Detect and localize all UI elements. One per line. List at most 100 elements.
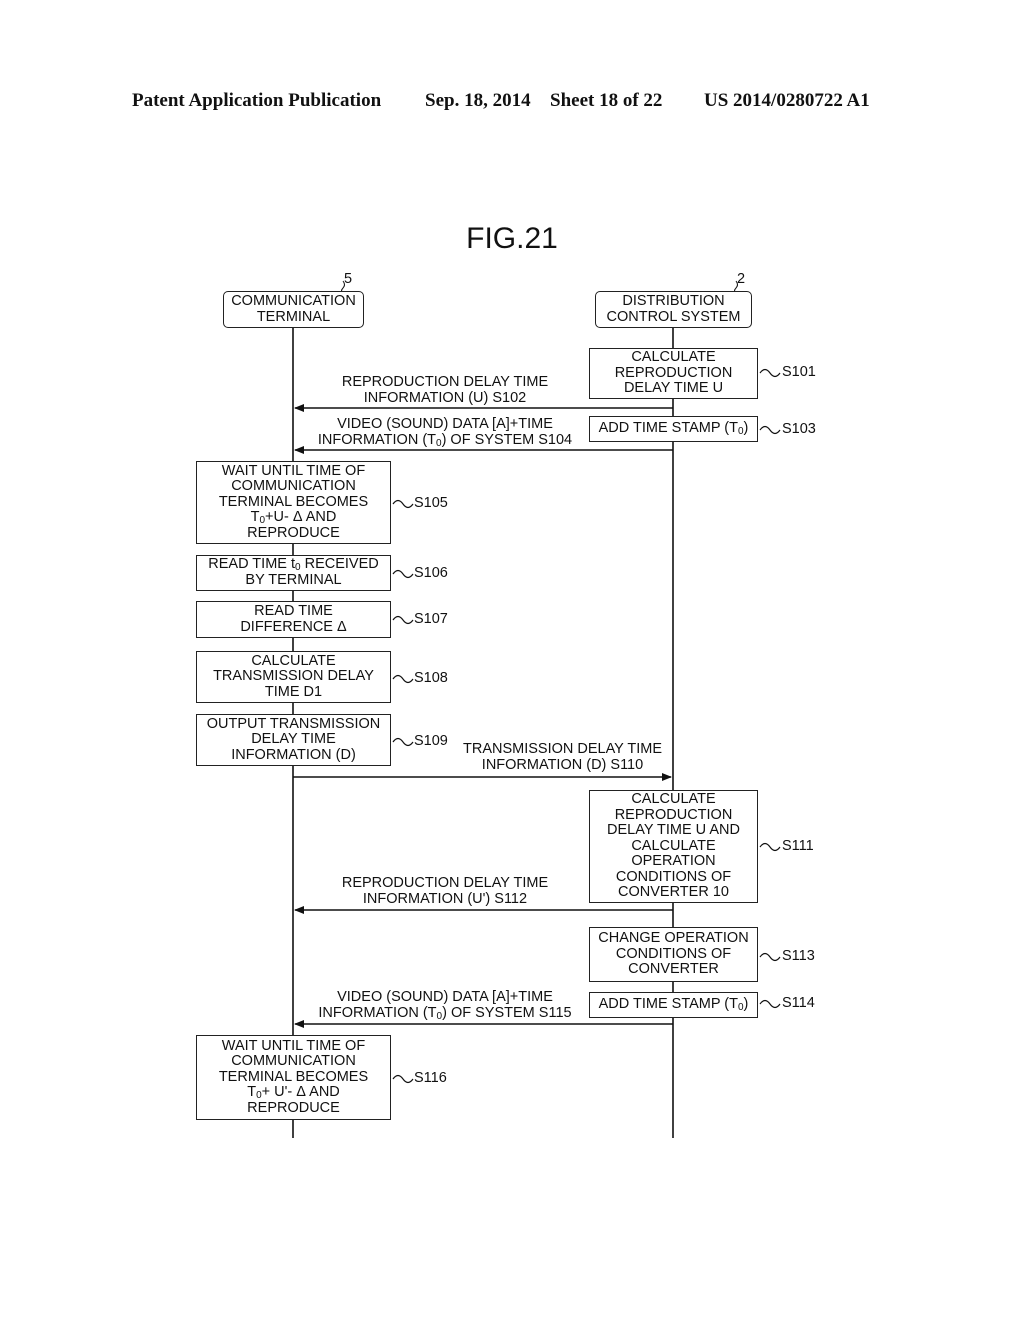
step-text-end: + U'- Δ AND	[261, 1084, 340, 1101]
message-text-end: ) OF SYSTEM S115	[442, 1004, 572, 1021]
step-text: CONDITIONS OF	[615, 945, 732, 962]
actor-distribution-control-system: DISTRIBUTION CONTROL SYSTEM	[595, 291, 752, 328]
step-text: CONVERTER 10	[618, 884, 729, 901]
message-label-s112: REPRODUCTION DELAY TIME INFORMATION (U')…	[300, 875, 590, 907]
step-text: DELAY TIME U AND	[607, 822, 740, 839]
step-text: REPRODUCTION	[614, 364, 733, 381]
message-label-s115: VIDEO (SOUND) DATA [A]+TIME INFORMATION …	[300, 989, 590, 1022]
message-text: TRANSMISSION DELAY TIME	[462, 741, 662, 757]
step-text: ADD TIME STAMP (T0)	[598, 996, 749, 1013]
step-box-s111: CALCULATE REPRODUCTION DELAY TIME U AND …	[589, 790, 758, 903]
step-text-end: )	[743, 996, 749, 1013]
tilde-s116	[392, 1074, 414, 1084]
step-text: DELAY TIME U	[623, 380, 724, 397]
message-label-s110: TRANSMISSION DELAY TIME INFORMATION (D) …	[445, 741, 680, 773]
step-text-end: +U- Δ AND	[265, 509, 337, 526]
step-text: TERMINAL BECOMES	[218, 493, 369, 510]
step-box-s106: READ TIME t0 RECEIVED BY TERMINAL	[196, 555, 391, 591]
sequence-lines	[292, 280, 781, 1138]
tilde-s114	[759, 999, 781, 1009]
actor-label-line: COMMUNICATION	[231, 292, 356, 309]
actor-communication-terminal: COMMUNICATION TERMINAL	[223, 291, 364, 328]
step-box-s101: CALCULATE REPRODUCTION DELAY TIME U	[589, 348, 758, 399]
step-box-s108: CALCULATE TRANSMISSION DELAY TIME D1	[196, 651, 391, 703]
step-label-s105: S105	[414, 495, 448, 511]
tilde-s109	[392, 737, 414, 747]
step-box-s114: ADD TIME STAMP (T0)	[589, 992, 758, 1018]
step-text: CALCULATE	[631, 790, 716, 807]
message-label-s104: VIDEO (SOUND) DATA [A]+TIME INFORMATION …	[300, 416, 590, 449]
step-label-s108: S108	[414, 670, 448, 686]
tilde-s111	[759, 842, 781, 852]
step-box-s103: ADD TIME STAMP (T0)	[589, 416, 758, 442]
step-text-main: T	[247, 1084, 257, 1101]
step-label-s109: S109	[414, 733, 448, 749]
step-box-s113: CHANGE OPERATION CONDITIONS OF CONVERTER	[589, 927, 758, 982]
tilde-s106	[392, 569, 414, 579]
step-text: T0+ U'- Δ AND	[247, 1084, 340, 1101]
tilde-s103	[759, 425, 781, 435]
actor-ref-terminal: 5	[344, 271, 353, 287]
step-text: CONDITIONS OF	[615, 868, 732, 885]
step-text: REPRODUCTION	[614, 806, 733, 823]
message-text: VIDEO (SOUND) DATA [A]+TIME	[337, 989, 553, 1005]
step-text-end: )	[743, 420, 749, 437]
step-label-s101: S101	[782, 364, 816, 380]
step-label-s113: S113	[782, 948, 815, 964]
step-text: REPRODUCE	[247, 524, 340, 541]
message-text-main: INFORMATION (T	[317, 431, 437, 448]
step-text: CONVERTER	[628, 961, 719, 978]
step-text-main: ADD TIME STAMP (T	[598, 996, 738, 1013]
step-text: TRANSMISSION DELAY	[213, 668, 374, 685]
tilde-s105	[392, 499, 414, 509]
message-label-s102: REPRODUCTION DELAY TIME INFORMATION (U) …	[300, 374, 590, 406]
step-text: READ TIME t0 RECEIVED	[208, 557, 378, 573]
message-text-end: ) OF SYSTEM S104	[441, 431, 573, 448]
message-text: VIDEO (SOUND) DATA [A]+TIME	[337, 416, 553, 432]
step-text: READ TIME	[254, 602, 333, 619]
step-text: TIME D1	[264, 683, 323, 700]
actor-ref-system: 2	[737, 271, 746, 287]
step-label-s106: S106	[414, 565, 448, 581]
actor-label-line: TERMINAL	[256, 308, 331, 325]
step-box-s116: WAIT UNTIL TIME OF COMMUNICATION TERMINA…	[196, 1035, 391, 1120]
step-text: WAIT UNTIL TIME OF	[221, 462, 366, 479]
message-text-main: INFORMATION (T	[318, 1004, 437, 1021]
step-text: T0+U- Δ AND	[251, 509, 337, 526]
step-text: WAIT UNTIL TIME OF	[221, 1037, 366, 1054]
step-box-s105: WAIT UNTIL TIME OF COMMUNICATION TERMINA…	[196, 461, 391, 544]
step-label-s103: S103	[782, 421, 816, 437]
step-text: CALCULATE	[631, 349, 716, 366]
step-text: TERMINAL BECOMES	[218, 1068, 369, 1085]
step-text-end: RECEIVED	[300, 556, 379, 573]
step-text: COMMUNICATION	[231, 1053, 356, 1070]
step-label-s107: S107	[414, 611, 448, 627]
step-text: OPERATION	[631, 853, 716, 870]
step-text: BY TERMINAL	[245, 572, 342, 588]
tilde-s113	[759, 952, 781, 962]
step-label-s111: S111	[782, 838, 814, 854]
actor-label-line: DISTRIBUTION	[622, 292, 725, 309]
step-text: INFORMATION (D)	[231, 746, 356, 763]
tilde-s101	[759, 368, 781, 378]
message-text: INFORMATION (D) S110	[481, 756, 644, 773]
step-text: DIFFERENCE Δ	[240, 618, 347, 635]
step-text: CALCULATE	[251, 652, 336, 669]
tilde-s108	[392, 674, 414, 684]
actor-label-line: CONTROL SYSTEM	[606, 308, 741, 325]
step-box-s109: OUTPUT TRANSMISSION DELAY TIME INFORMATI…	[196, 714, 391, 766]
message-text: REPRODUCTION DELAY TIME	[341, 875, 549, 891]
message-text: INFORMATION (U) S102	[363, 389, 527, 406]
step-text: CHANGE OPERATION	[598, 930, 749, 947]
message-text: INFORMATION (T0) OF SYSTEM S104	[300, 431, 590, 449]
step-label-s114: S114	[782, 995, 815, 1011]
message-text: INFORMATION (T0) OF SYSTEM S115	[300, 1004, 590, 1022]
step-text: OUTPUT TRANSMISSION	[206, 715, 381, 732]
step-text: DELAY TIME	[251, 731, 336, 748]
step-text: REPRODUCE	[247, 1099, 340, 1116]
step-text-main: ADD TIME STAMP (T	[598, 420, 738, 437]
message-text: INFORMATION (U') S112	[362, 890, 528, 907]
step-box-s107: READ TIME DIFFERENCE Δ	[196, 601, 391, 638]
step-text-main: READ TIME t	[208, 556, 295, 573]
step-text: CALCULATE	[631, 837, 716, 854]
